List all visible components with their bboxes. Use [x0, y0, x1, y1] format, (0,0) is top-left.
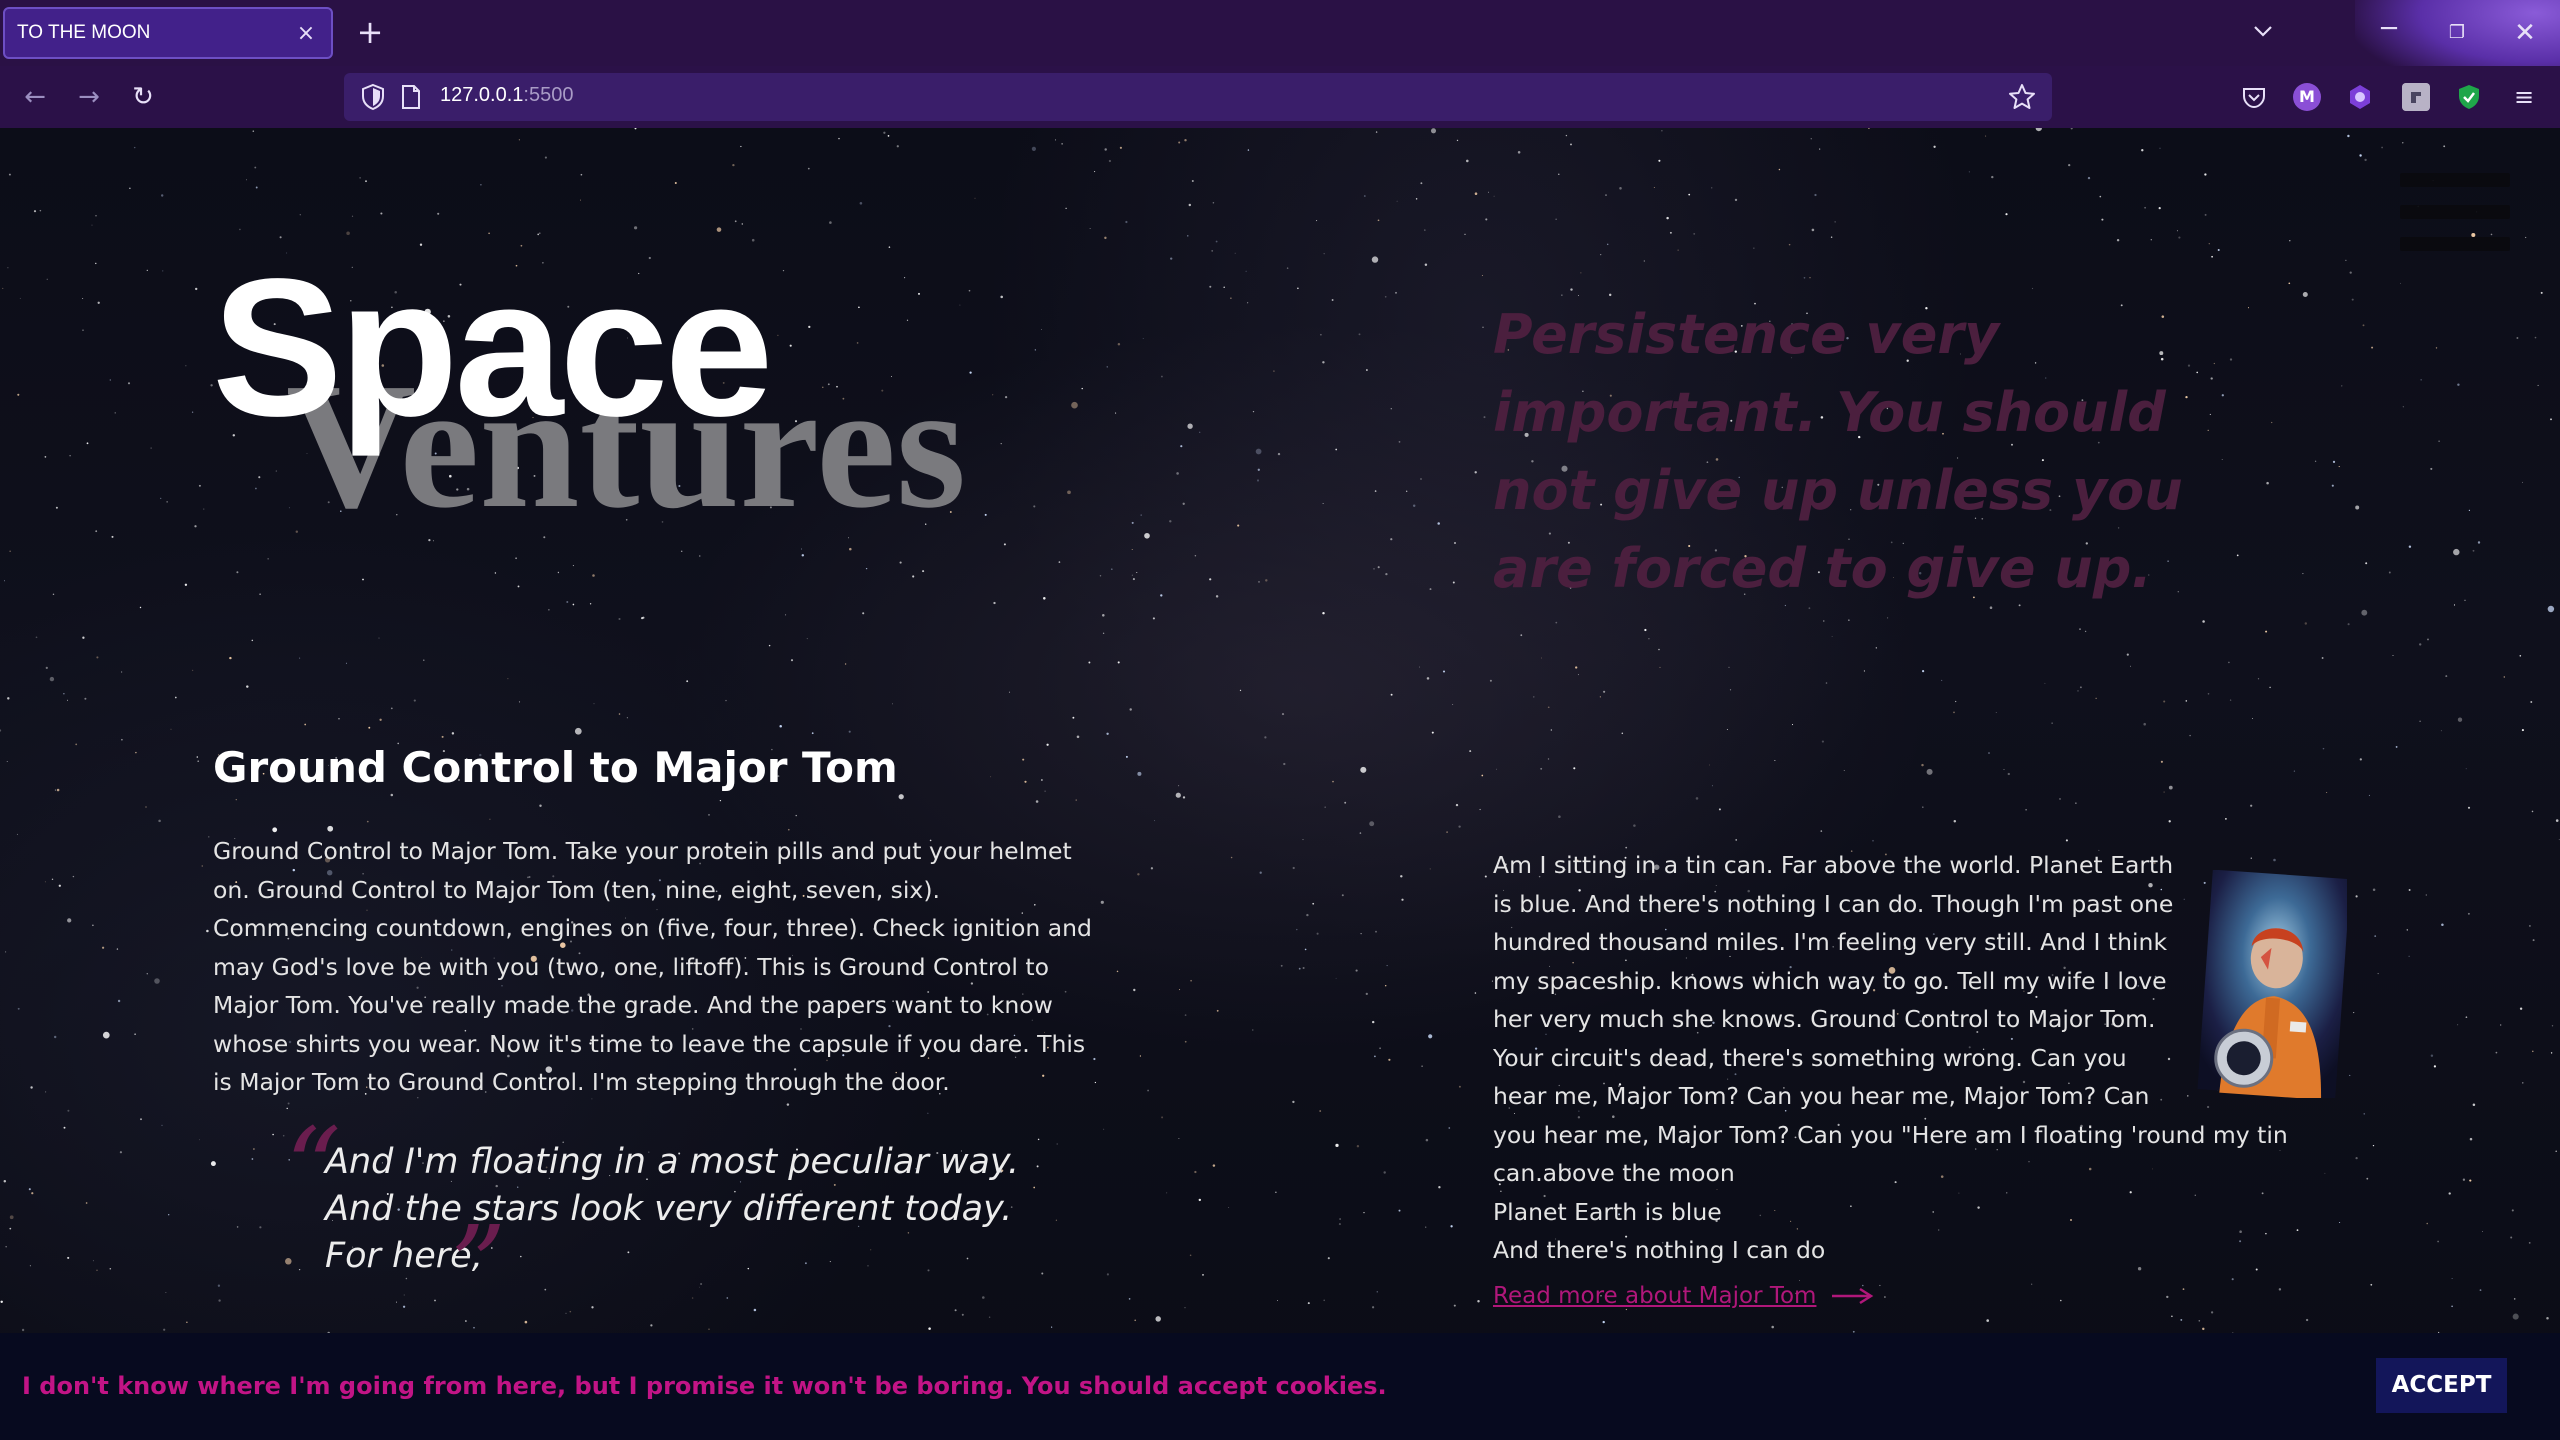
restore-button[interactable]: ❐ [2440, 16, 2474, 50]
browser-nav-bar: ← → ↻ 127.0.0.1:5500 M ≡ [0, 66, 2560, 128]
browser-tab-bar: TO THE MOON × + ─ ❐ ✕ [0, 0, 2560, 90]
back-icon[interactable]: ← [18, 80, 52, 114]
url-host: 127.0.0.1 [440, 84, 524, 106]
chevron-down-icon[interactable] [2250, 18, 2276, 44]
page-viewport: Ventures Space Ground Control to Major T… [0, 128, 2560, 1440]
read-more-link[interactable]: Read more about Major Tom [1493, 1278, 1874, 1314]
right-paragraph-line: Planet Earth is blue [1493, 1197, 1722, 1226]
new-tab-button[interactable]: + [352, 14, 388, 50]
right-paragraph: Am I sitting in a tin can. Far above the… [1493, 846, 2353, 1270]
close-window-button[interactable]: ✕ [2508, 16, 2542, 50]
arrow-right-icon [1832, 1287, 1874, 1305]
quote-line: And I'm floating in a most peculiar way. [325, 1142, 1020, 1182]
tab-to-the-moon[interactable]: TO THE MOON × [2, 7, 333, 63]
tab-title: TO THE MOON [17, 22, 151, 43]
astronaut-image [2197, 870, 2347, 1098]
m-extension-icon[interactable]: M [2293, 83, 2321, 111]
title-space: Space [212, 238, 773, 457]
reload-icon[interactable]: ↻ [126, 80, 160, 114]
left-paragraph: Ground Control to Major Tom. Take your p… [213, 837, 1092, 1096]
cookie-banner: I don't know where I'm going from here, … [0, 1333, 2560, 1440]
hamburger-menu-icon[interactable] [2400, 173, 2510, 253]
shield-extension-icon[interactable] [2455, 83, 2483, 111]
forward-icon[interactable]: → [72, 80, 106, 114]
menu-icon[interactable]: ≡ [2510, 83, 2538, 111]
tab-close-icon[interactable]: × [293, 21, 319, 46]
star-icon[interactable] [2006, 81, 2038, 113]
accept-cookies-button[interactable]: ACCEPT [2376, 1358, 2507, 1413]
puzzle-extension-icon[interactable] [2346, 83, 2374, 111]
blockquote: “ And I'm floating in a most peculiar wa… [285, 1113, 1085, 1321]
shield-icon[interactable] [358, 82, 388, 112]
pocket-icon[interactable] [2240, 83, 2268, 111]
close-quote-mark: ” [450, 1202, 507, 1330]
quote-line: For here, [325, 1236, 483, 1276]
right-paragraph-line: And there's nothing I can do [1493, 1236, 1826, 1264]
url-text[interactable]: 127.0.0.1:5500 [440, 84, 573, 107]
quote-line: And the stars look very different today. [325, 1189, 1013, 1229]
grey-extension-icon[interactable] [2402, 83, 2430, 111]
left-heading: Ground Control to Major Tom [213, 743, 898, 792]
cookie-message: I don't know where I'm going from here, … [22, 1372, 1387, 1400]
quote-text: And I'm floating in a most peculiar way.… [325, 1139, 1085, 1280]
persistence-quote: Persistence very important. You should n… [1493, 303, 2183, 600]
page-icon [402, 85, 420, 109]
url-port: :5500 [523, 84, 574, 106]
read-more-label: Read more about Major Tom [1493, 1283, 1817, 1309]
address-bar[interactable]: 127.0.0.1:5500 [344, 73, 2052, 121]
minimize-button[interactable]: ─ [2372, 16, 2406, 50]
